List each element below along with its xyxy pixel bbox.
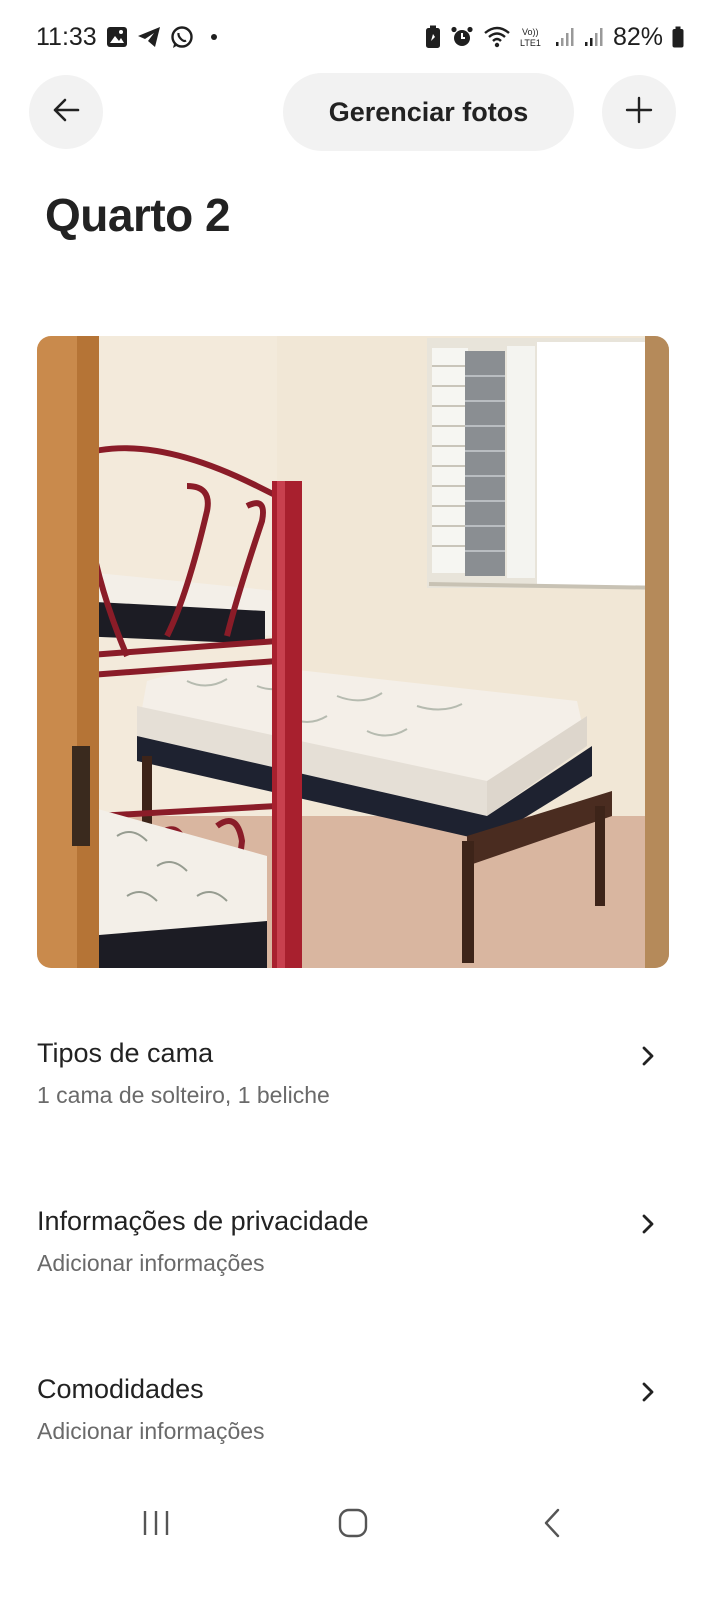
svg-text:Vo)): Vo)) (522, 27, 539, 37)
item-title: Tipos de cama (37, 1038, 214, 1068)
wifi-icon (483, 26, 511, 48)
chevron-right-icon (636, 1210, 660, 1238)
signal-icon (584, 27, 604, 47)
item-subtitle: Adicionar informações (37, 1418, 265, 1444)
list-item-privacy-info[interactable]: Informações de privacidade Adicionar inf… (0, 1206, 720, 1326)
item-subtitle: Adicionar informações (37, 1250, 265, 1276)
page-title: Quarto 2 (45, 189, 231, 241)
signal-icon (555, 27, 575, 47)
whatsapp-icon (170, 25, 194, 49)
gallery-icon (106, 26, 128, 48)
battery-saver-icon (425, 25, 441, 49)
item-subtitle: 1 cama de solteiro, 1 beliche (37, 1082, 330, 1108)
system-back-button[interactable] (520, 1502, 584, 1548)
add-photo-button[interactable] (602, 75, 676, 149)
alarm-icon (450, 25, 474, 49)
home-icon (337, 1507, 369, 1544)
screen: 11:33 Vo)) LTE1 82% Gerenciar fotos Quar… (0, 0, 720, 1600)
list-item-bed-types[interactable]: Tipos de cama 1 cama de solteiro, 1 beli… (0, 1038, 720, 1158)
recent-apps-button[interactable] (124, 1502, 188, 1548)
room-photo[interactable] (37, 336, 669, 968)
back-icon (541, 1507, 563, 1544)
bedroom-photo-image (37, 336, 669, 968)
home-button[interactable] (321, 1502, 385, 1548)
battery-percent: 82% (612, 22, 663, 51)
battery-icon (672, 26, 684, 48)
chevron-right-icon (636, 1378, 660, 1406)
volte-icon: Vo)) LTE1 (520, 25, 546, 49)
status-right: Vo)) LTE1 82% (425, 23, 684, 52)
system-nav-bar (0, 1490, 720, 1560)
status-bar: 11:33 Vo)) LTE1 82% (0, 0, 720, 74)
dot-icon (210, 34, 217, 40)
status-time: 11:33 (36, 22, 97, 51)
list-item-amenities[interactable]: Comodidades Adicionar informações (0, 1374, 720, 1494)
manage-photos-button[interactable]: Gerenciar fotos (283, 73, 574, 151)
chevron-right-icon (636, 1042, 660, 1070)
telegram-icon (137, 26, 161, 48)
item-title: Informações de privacidade (37, 1206, 369, 1236)
item-title: Comodidades (37, 1374, 204, 1404)
back-button[interactable] (29, 75, 103, 149)
svg-text:LTE1: LTE1 (520, 38, 541, 48)
status-left: 11:33 (36, 23, 217, 52)
recent-apps-icon (141, 1508, 171, 1543)
plus-icon (625, 96, 653, 129)
arrow-left-icon (51, 95, 81, 130)
